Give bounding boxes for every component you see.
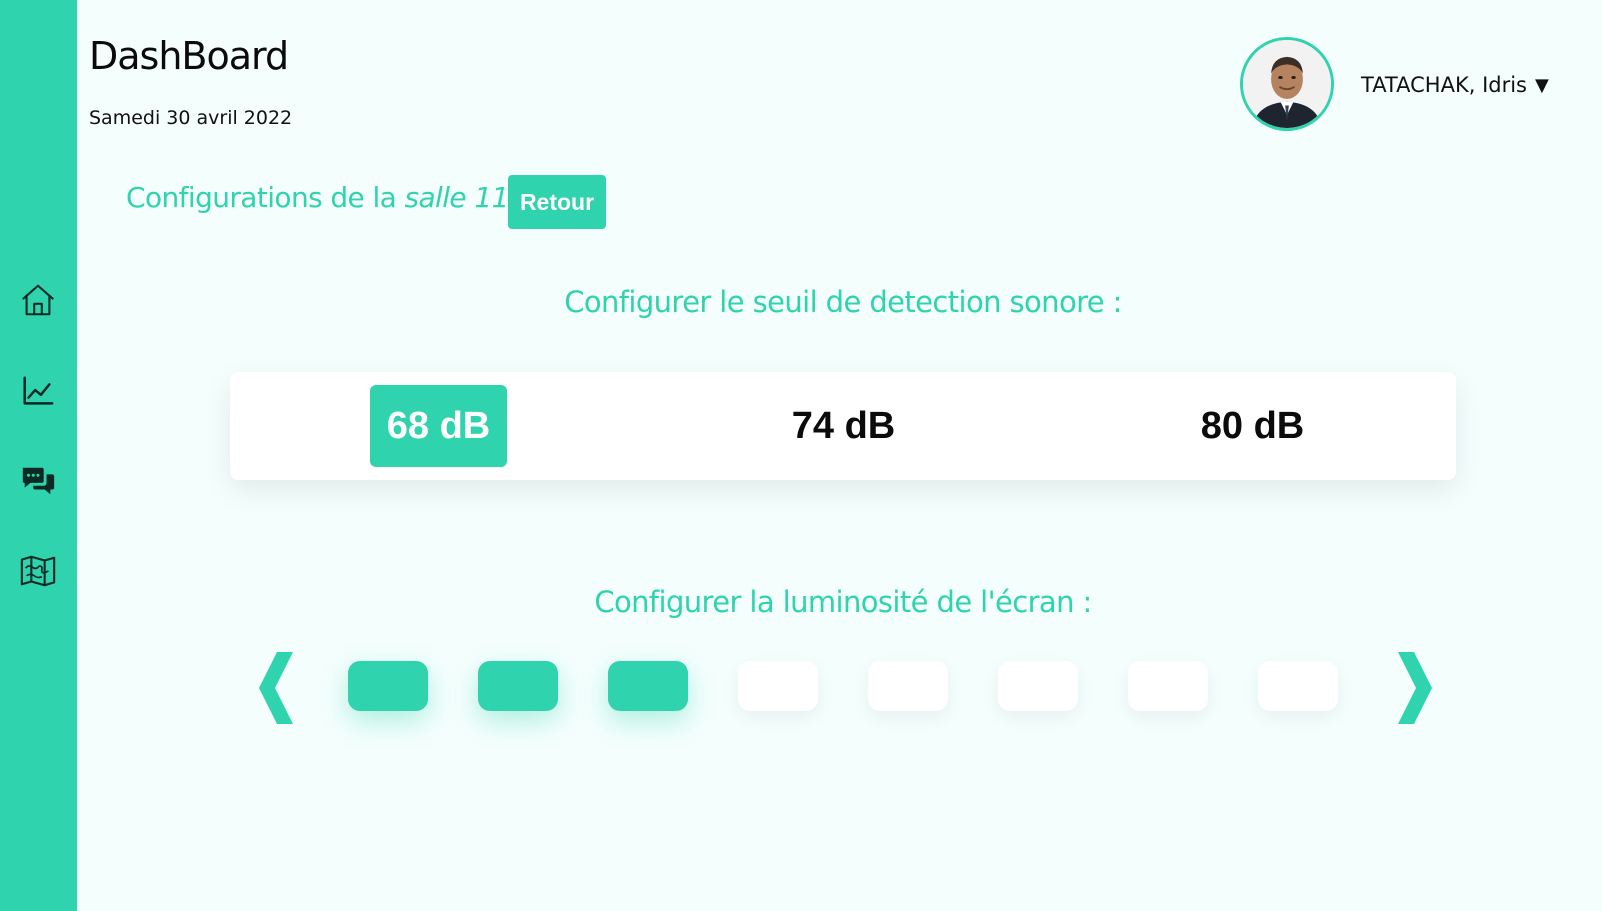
user-menu[interactable]: TATACHAK, Idris ▼ (1361, 73, 1549, 97)
nav-map[interactable] (18, 551, 58, 591)
nav-statistics[interactable] (18, 371, 58, 411)
back-button[interactable]: Retour (508, 175, 606, 229)
room-name: salle 11 (404, 181, 510, 214)
brightness-level-8[interactable] (1258, 661, 1338, 711)
map-icon (20, 555, 56, 587)
brightness-level-1[interactable] (348, 661, 428, 711)
threshold-option-74[interactable]: 74 dB (775, 385, 912, 467)
caret-down-icon: ▼ (1535, 74, 1549, 96)
chat-bubbles-icon (22, 467, 55, 495)
brightness-level-6[interactable] (998, 661, 1078, 711)
brightness-title: Configurer la luminosité de l'écran : (594, 585, 1092, 619)
config-heading-prefix: Configurations de la (126, 181, 405, 214)
user-avatar-icon (1243, 40, 1331, 128)
current-date: Samedi 30 avril 2022 (89, 107, 293, 129)
config-heading: Configurations de la salle 11 : (126, 181, 527, 214)
brightness-level-5[interactable] (868, 661, 948, 711)
threshold-option-80[interactable]: 80 dB (1184, 385, 1321, 467)
brightness-level-3[interactable] (608, 661, 688, 711)
user-name: TATACHAK, Idris (1361, 73, 1528, 97)
brightness-level-7[interactable] (1128, 661, 1208, 711)
chevron-right-icon (1398, 652, 1432, 724)
avatar[interactable] (1240, 37, 1334, 131)
threshold-option-68[interactable]: 68 dB (370, 385, 507, 467)
sound-threshold-title: Configurer le seuil de detection sonore … (564, 285, 1122, 319)
chevron-left-icon (259, 652, 293, 724)
nav-messages[interactable] (18, 461, 58, 501)
brightness-level-2[interactable] (478, 661, 558, 711)
nav-home[interactable] (18, 280, 58, 320)
page-title: DashBoard (89, 34, 289, 78)
home-icon (22, 284, 54, 316)
threshold-selector: 68 dB 74 dB 80 dB (230, 372, 1456, 480)
chart-line-icon (23, 376, 54, 405)
brightness-decrease-button[interactable] (255, 648, 305, 728)
brightness-increase-button[interactable] (1386, 648, 1436, 728)
brightness-level-4[interactable] (738, 661, 818, 711)
sidebar (0, 0, 77, 911)
